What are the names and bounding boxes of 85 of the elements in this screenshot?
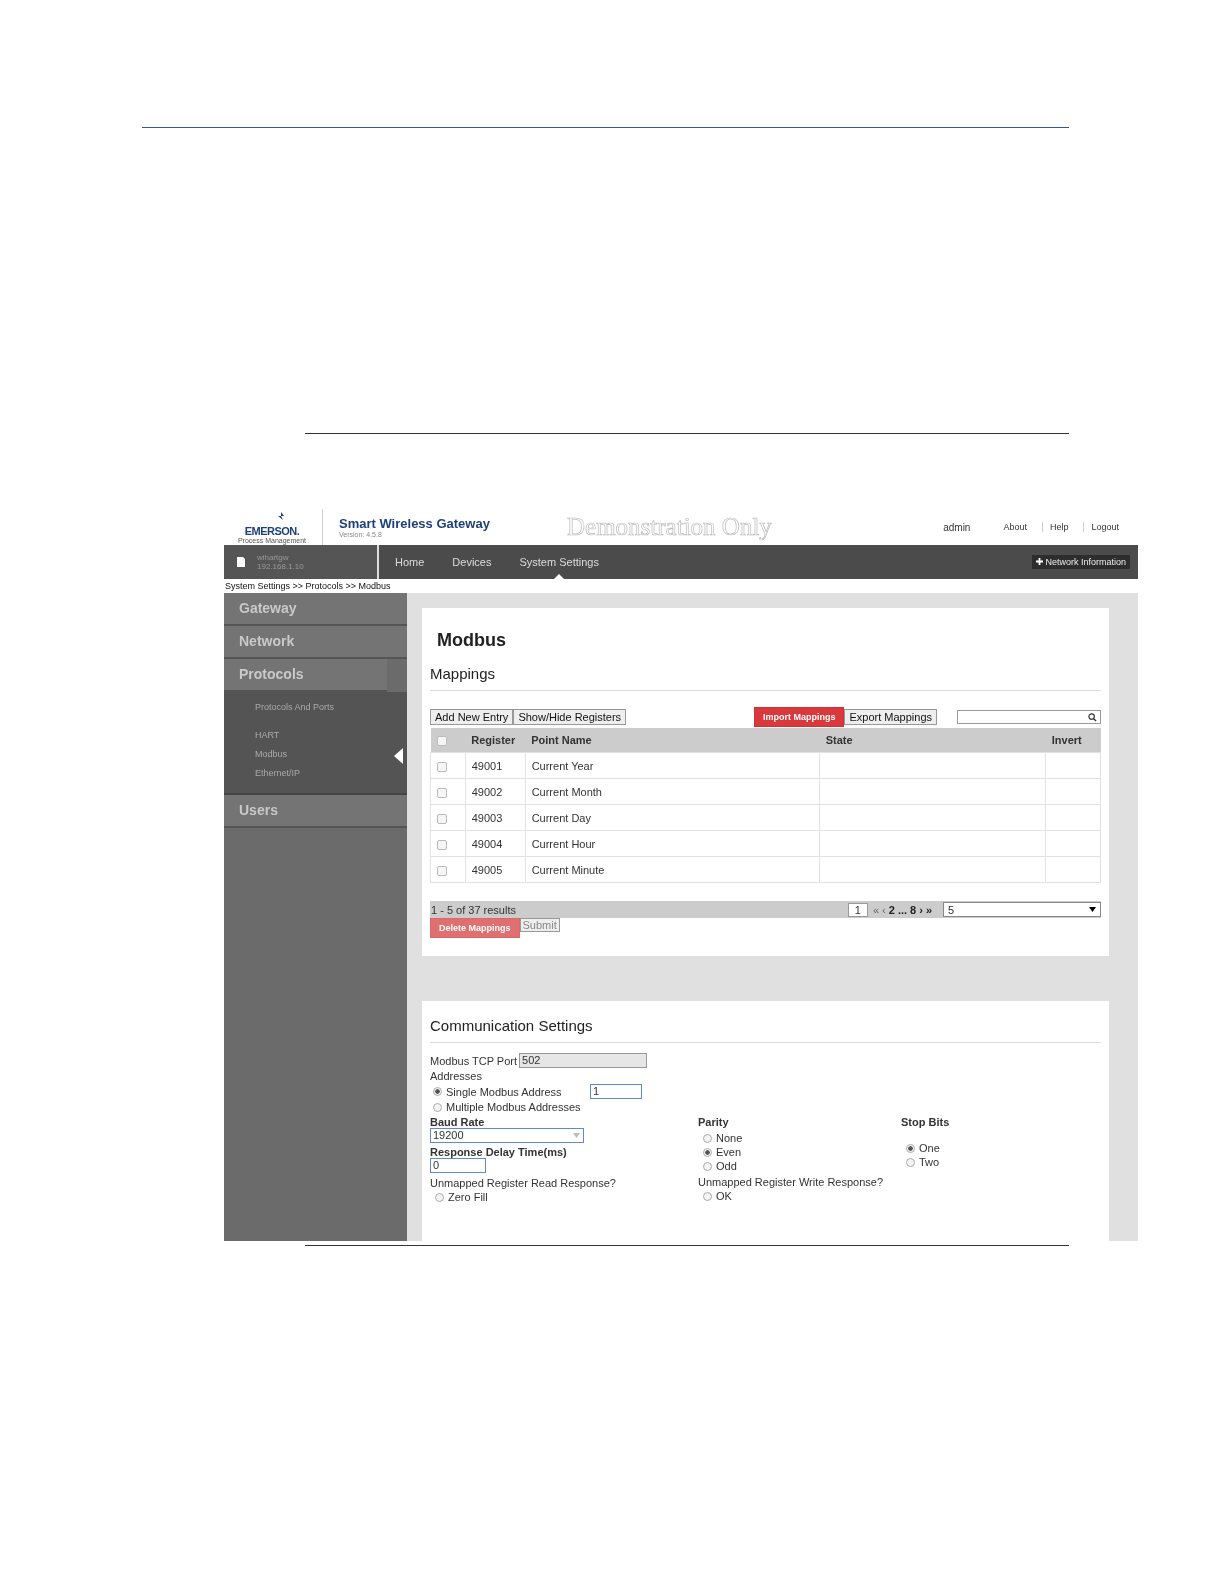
demo-text: Demonstration Only	[567, 513, 772, 541]
page-link[interactable]: ...	[897, 903, 908, 916]
field-label: Parity	[698, 1116, 729, 1128]
option-label: Zero Fill	[448, 1191, 488, 1203]
header-link[interactable]: Help	[1041, 522, 1076, 532]
checkbox[interactable]	[437, 761, 447, 772]
nav-tab[interactable]: System Settings	[519, 545, 599, 579]
column-header: Register	[465, 728, 526, 753]
option-label: Even	[716, 1146, 742, 1158]
radio-button[interactable]	[433, 1102, 442, 1112]
dropdown-icon	[1089, 907, 1096, 912]
table-cell: Current Minute	[525, 856, 820, 883]
table-cell: 49005	[465, 856, 526, 883]
section-title: Communication Settings	[430, 1007, 1101, 1043]
radio-button[interactable]	[703, 1133, 712, 1143]
toolbar-button[interactable]: Show/Hide Registers	[513, 709, 627, 725]
column-header: State	[819, 728, 1046, 753]
checkbox[interactable]	[436, 736, 447, 747]
table-cell: 49003	[465, 804, 526, 831]
option-label: OK	[716, 1190, 732, 1202]
plus-icon	[1036, 558, 1044, 565]
device-ip: 192.168.1.10	[257, 562, 304, 571]
radio-button[interactable]	[906, 1143, 915, 1153]
page-link[interactable]: ›	[919, 903, 923, 916]
page-link[interactable]: 2	[888, 903, 895, 916]
results-summary: 1 - 5 of 37 results	[431, 903, 516, 916]
field-label: Modbus TCP Port	[430, 1054, 518, 1067]
section-title: Mappings	[430, 661, 1101, 691]
baud-rate-select[interactable]: 19200	[430, 1128, 584, 1143]
field-label: Addresses	[430, 1070, 483, 1082]
checkbox[interactable]	[437, 839, 447, 850]
field-label: Response Delay Time(ms)	[430, 1146, 567, 1158]
table-cell: 49001	[465, 752, 526, 779]
column-header: Invert	[1045, 728, 1101, 753]
checkbox[interactable]	[437, 865, 447, 876]
logo-text: EMERSON.	[244, 524, 300, 537]
page-link[interactable]: 8	[910, 903, 917, 916]
table-cell: 49002	[465, 778, 526, 805]
dropdown-icon	[573, 1133, 580, 1138]
panel-title: Modbus	[436, 629, 507, 652]
radio-button[interactable]	[703, 1191, 712, 1201]
user-name: admin	[943, 521, 971, 533]
table-cell: Current Hour	[525, 830, 820, 857]
table-cell: Current Day	[525, 804, 820, 831]
field-label: Stop Bits	[901, 1116, 950, 1128]
page-link[interactable]: »	[925, 903, 932, 916]
radio-button[interactable]	[906, 1157, 915, 1167]
table-cell: Current Year	[525, 752, 820, 779]
radio-button[interactable]	[433, 1087, 442, 1096]
option-label: Single Modbus Address	[446, 1085, 563, 1098]
table-cell: 49004	[465, 830, 526, 857]
search-icon	[1088, 712, 1097, 722]
field-label: Unmapped Register Write Response?	[698, 1176, 884, 1188]
checkbox[interactable]	[437, 813, 447, 824]
nav-tab[interactable]: Devices	[452, 545, 492, 579]
breadcrumb: System Settings >> Protocols >> Modbus	[224, 580, 392, 593]
search-field[interactable]	[957, 710, 1101, 724]
address-field[interactable]: 1	[590, 1084, 642, 1099]
radio-button[interactable]	[703, 1147, 712, 1157]
radio-button[interactable]	[435, 1192, 444, 1202]
checkbox[interactable]	[437, 787, 447, 798]
option-label: Multiple Modbus Addresses	[446, 1101, 582, 1113]
network-information-button[interactable]: Network Information	[1032, 555, 1130, 569]
radio-button[interactable]	[703, 1161, 712, 1171]
column-header: Point Name	[525, 728, 820, 753]
current-page[interactable]: 1	[847, 902, 868, 917]
option-label: Two	[919, 1156, 940, 1168]
nav-tab[interactable]: Home	[395, 545, 425, 579]
device-name: wihartgw	[257, 553, 290, 562]
delay-field[interactable]: 0	[430, 1158, 486, 1173]
option-label: One	[919, 1142, 940, 1154]
product-title: Smart Wireless Gateway	[339, 516, 491, 531]
tcp-port-field[interactable]: 502	[519, 1053, 648, 1068]
export-mappings-button[interactable]: Export Mappings	[844, 709, 937, 725]
table-cell: Current Month	[525, 778, 820, 805]
option-label: Odd	[716, 1160, 737, 1172]
document-icon	[237, 557, 245, 567]
import-mappings-button[interactable]: Import Mappings	[753, 707, 845, 727]
page-size-select[interactable]: 5	[943, 902, 1101, 917]
field-label: Unmapped Register Read Response?	[430, 1177, 616, 1189]
header-link[interactable]: About	[996, 522, 1034, 532]
toolbar-button[interactable]: Add New Entry	[430, 709, 514, 725]
header-link[interactable]: Logout	[1083, 522, 1126, 532]
field-label: Baud Rate	[430, 1116, 485, 1128]
option-label: None	[716, 1132, 743, 1144]
